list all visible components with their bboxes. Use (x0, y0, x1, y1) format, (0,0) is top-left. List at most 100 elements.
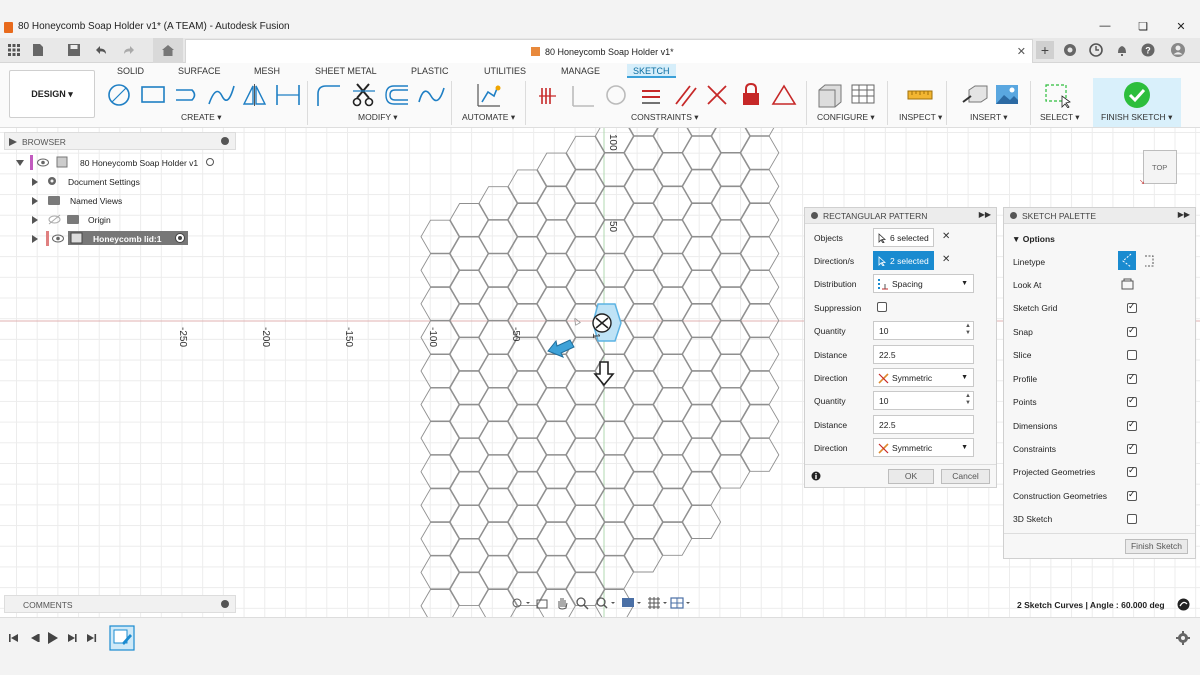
display-settings-icon[interactable] (621, 596, 643, 610)
directions-select-button[interactable]: 2 selected (873, 251, 934, 270)
tree-item-document-settings[interactable]: Document Settings (32, 174, 232, 190)
select-tool-icon[interactable] (1043, 82, 1073, 108)
tree-root[interactable]: 80 Honeycomb Soap Holder v1 (16, 155, 236, 171)
document-tab[interactable]: 80 Honeycomb Soap Holder v1* ✕ (185, 39, 1033, 63)
distance-2-input[interactable]: 22.5 (873, 415, 974, 434)
circle-tool-icon[interactable] (106, 82, 136, 108)
expand-icon[interactable] (16, 160, 24, 170)
tab-mesh[interactable]: MESH (254, 66, 280, 76)
step-back-icon[interactable] (28, 632, 40, 644)
construction-geometries-checkbox[interactable] (1127, 489, 1137, 501)
sketch-palette-header[interactable]: SKETCH PALETTE ▶▶ (1004, 208, 1195, 224)
notifications-icon[interactable] (1114, 42, 1130, 58)
orbit-icon[interactable] (511, 596, 531, 610)
insert-image-icon[interactable] (994, 82, 1022, 108)
automate-group-label[interactable]: AUTOMATE ▾ (462, 112, 515, 123)
collapse-browser-icon[interactable] (9, 138, 17, 146)
projected-geometries-checkbox[interactable] (1127, 465, 1137, 477)
slot-tool-icon[interactable] (172, 82, 202, 108)
visibility-eye-icon[interactable] (52, 233, 64, 244)
look-at-nav-icon[interactable] (535, 596, 549, 610)
tree-item-named-views[interactable]: Named Views (32, 193, 232, 209)
job-status-icon[interactable] (1088, 42, 1104, 58)
hidden-eye-icon[interactable] (48, 214, 61, 225)
tree-item-origin[interactable]: Origin (32, 212, 232, 228)
grid-settings-icon[interactable] (647, 596, 669, 610)
extensions-icon[interactable] (1062, 42, 1078, 58)
help-icon[interactable]: ? (1140, 42, 1156, 58)
stepper-arrows-icon[interactable]: ▲ ▼ (965, 323, 971, 337)
snap-checkbox[interactable] (1127, 325, 1137, 337)
equal-constraint-icon[interactable] (639, 82, 663, 108)
hexagon-cell[interactable] (683, 128, 721, 137)
distribution-dropdown[interactable]: Spacing ▼ (873, 274, 974, 293)
sketch-timeline-feature-icon[interactable] (109, 625, 135, 651)
tab-surface[interactable]: SURFACE (178, 66, 221, 76)
constraints-checkbox[interactable] (1127, 442, 1137, 454)
undo-icon[interactable] (92, 42, 108, 58)
clear-directions-icon[interactable]: ✕ (942, 254, 950, 265)
create-group-label[interactable]: CREATE ▾ (181, 112, 222, 123)
redo-icon[interactable] (120, 42, 136, 58)
options-section-toggle[interactable]: ▼ Options (1012, 234, 1055, 244)
construction-linetype-button[interactable] (1118, 251, 1136, 270)
expand-palette-icon[interactable]: ▶▶ (1178, 210, 1190, 219)
dimension-tool-icon[interactable] (273, 82, 303, 108)
parallel-constraint-icon[interactable] (672, 82, 698, 108)
close-icon[interactable]: ✕ (1174, 20, 1188, 34)
fit-zoom-icon[interactable] (595, 596, 617, 610)
new-tab-button[interactable]: + (1036, 41, 1054, 59)
break-tool-icon[interactable] (416, 82, 446, 108)
hexagon-cell[interactable] (625, 128, 663, 137)
constraints-group-label[interactable]: CONSTRAINTS ▾ (631, 112, 699, 123)
inspect-group-label[interactable]: INSPECT ▾ (899, 112, 942, 123)
timeline-settings-gear-icon[interactable] (1176, 631, 1190, 645)
design-workspace-button[interactable]: DESIGN ▾ (9, 70, 95, 118)
modify-group-label[interactable]: MODIFY ▾ (358, 112, 398, 123)
fillet-tool-icon[interactable] (314, 82, 344, 108)
trim-tool-icon[interactable] (349, 82, 379, 108)
profile-icon[interactable] (1170, 42, 1186, 58)
tab-plastic[interactable]: PLASTIC (411, 66, 449, 76)
configure-group-label[interactable]: CONFIGURE ▾ (817, 112, 875, 123)
symmetry-constraint-icon[interactable] (771, 82, 797, 108)
tab-utilities[interactable]: UTILITIES (484, 66, 526, 76)
maximize-icon[interactable]: ❏ (1136, 20, 1150, 34)
expand-icon[interactable] (32, 197, 38, 205)
expand-dialog-icon[interactable]: ▶▶ (979, 210, 991, 219)
measure-icon[interactable] (906, 82, 934, 108)
tab-manage[interactable]: MANAGE (561, 66, 600, 76)
app-grid-icon[interactable] (6, 42, 22, 58)
zoom-icon[interactable] (575, 596, 589, 610)
collinear-constraint-icon[interactable] (570, 82, 596, 108)
perpendicular-constraint-icon[interactable] (704, 82, 730, 108)
rectangle-tool-icon[interactable] (139, 82, 169, 108)
cancel-button[interactable]: Cancel (941, 469, 990, 484)
tab-sketch[interactable]: SKETCH (627, 64, 676, 78)
distance-1-input[interactable]: 22.5 (873, 345, 974, 364)
comments-panel-header[interactable]: COMMENTS (4, 595, 236, 613)
configure-table-icon[interactable] (849, 82, 879, 108)
viewcube[interactable]: TOP (1143, 150, 1177, 184)
expand-icon[interactable] (32, 178, 38, 186)
info-icon[interactable] (811, 471, 821, 481)
go-to-start-icon[interactable] (8, 632, 20, 644)
browser-pin-icon[interactable] (221, 137, 229, 145)
play-icon[interactable] (46, 631, 60, 645)
save-icon[interactable] (66, 42, 82, 58)
mirror-tool-icon[interactable] (240, 82, 270, 108)
centerline-linetype-icon[interactable] (1142, 253, 1156, 269)
rectangular-pattern-header[interactable]: RECTANGULAR PATTERN ▶▶ (805, 208, 996, 224)
finish-sketch-button[interactable]: FINISH SKETCH ▾ (1093, 78, 1181, 127)
configure-model-icon[interactable] (815, 82, 845, 108)
ok-button[interactable]: OK (888, 469, 934, 484)
automate-tool-icon[interactable] (474, 82, 504, 108)
visibility-eye-icon[interactable] (37, 157, 49, 168)
activate-radio-icon[interactable] (206, 158, 214, 166)
3d-sketch-checkbox[interactable] (1127, 514, 1137, 524)
tab-solid[interactable]: SOLID (117, 66, 144, 76)
tab-sheet-metal[interactable]: SHEET METAL (315, 66, 377, 76)
move-manipulator-icon[interactable] (592, 313, 612, 333)
home-icon[interactable] (160, 42, 176, 58)
quantity-2-stepper[interactable]: 10 ▲ ▼ (873, 391, 974, 410)
